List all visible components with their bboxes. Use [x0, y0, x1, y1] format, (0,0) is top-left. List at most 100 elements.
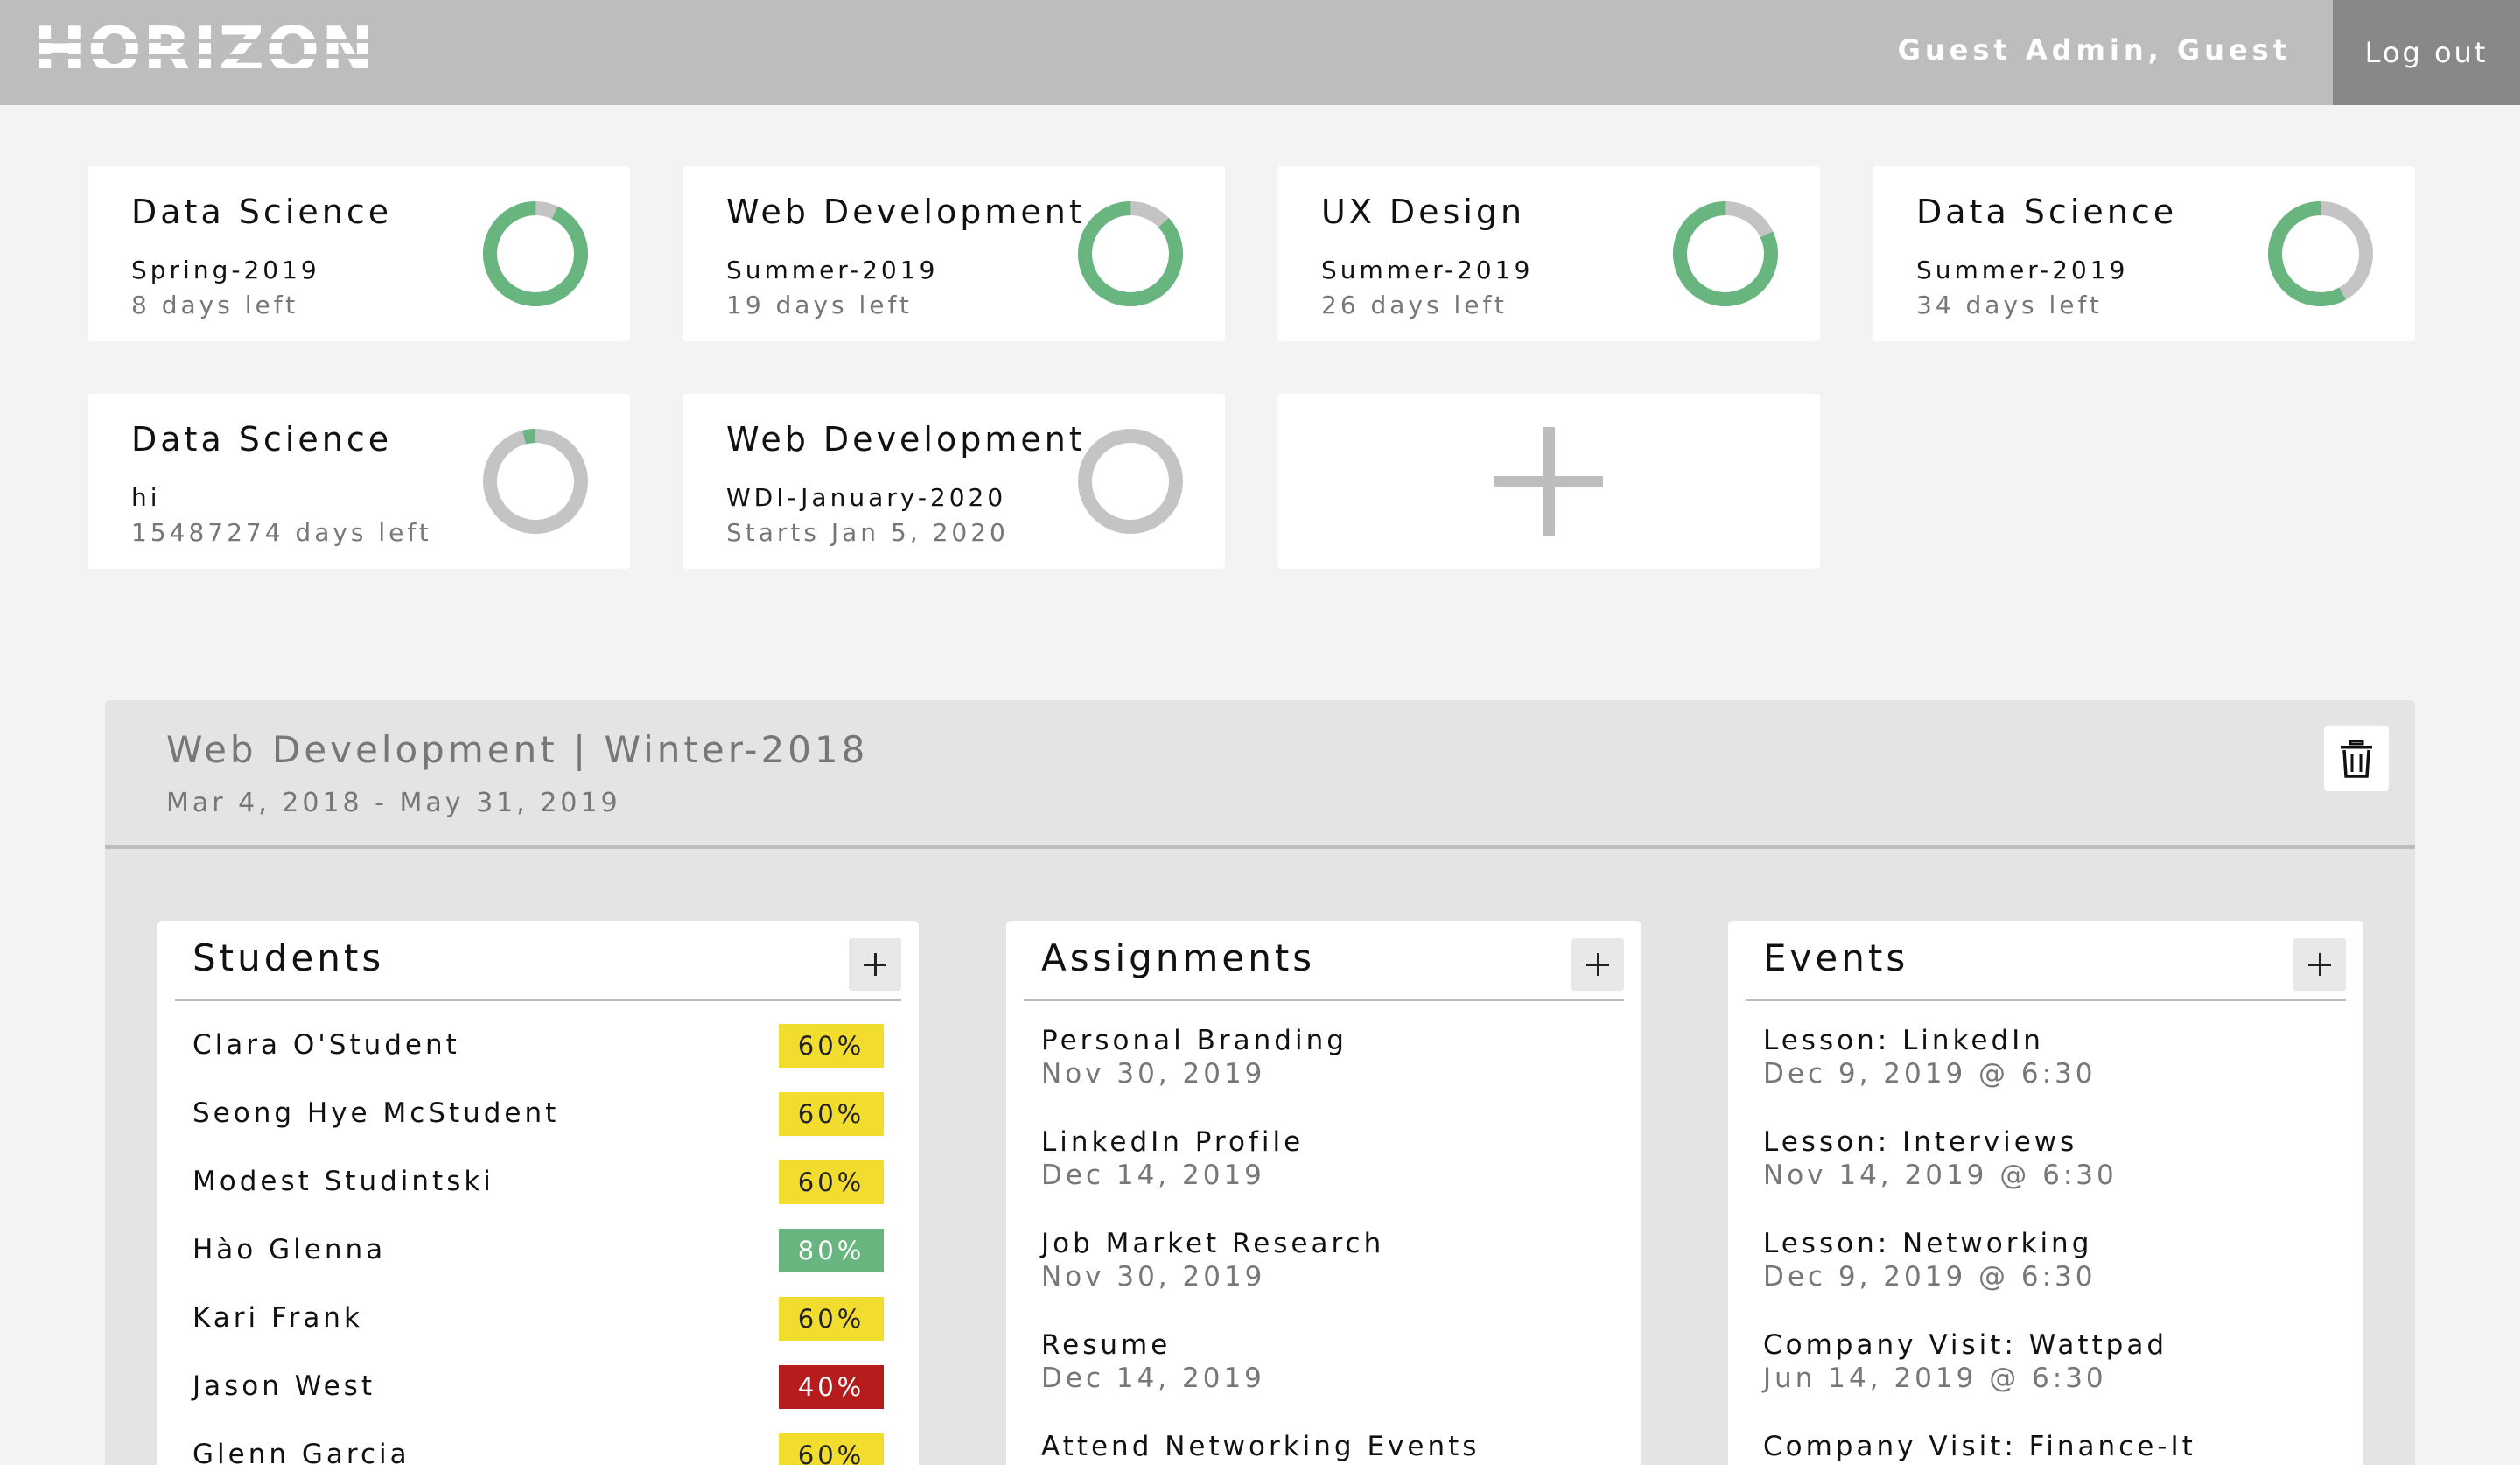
ring-progress [483, 201, 588, 306]
assignment-name: LinkedIn Profile [1041, 1126, 1305, 1158]
assignment-date: Nov 30, 2019 [1041, 1058, 1266, 1090]
event-name: Company Visit: Finance-It [1763, 1431, 2196, 1462]
cohort-card[interactable]: Data Science Summer-2019 34 days left [1872, 166, 2415, 341]
event-name: Lesson: LinkedIn [1763, 1025, 2044, 1056]
student-row[interactable]: Clara O'Student 60% [192, 1024, 884, 1068]
student-name: Modest Studintski [192, 1166, 494, 1197]
cohort-card[interactable]: Data Science Spring-2019 8 days left [88, 166, 630, 341]
progress-ring [1078, 201, 1183, 306]
assignment-date: Dec 14, 2019 [1041, 1363, 1265, 1394]
cohort-title: UX Design [1321, 193, 1526, 231]
events-header: Events [1746, 921, 2346, 1001]
student-name: Glenn Garcia [192, 1439, 410, 1465]
assignment-name: Resume [1041, 1329, 1172, 1361]
progress-ring [2268, 201, 2373, 306]
grade-badge: 60% [779, 1024, 884, 1068]
plus-icon [1494, 427, 1603, 536]
grade-badge: 60% [779, 1160, 884, 1204]
cohort-card[interactable]: Data Science hi 15487274 days left [88, 394, 630, 569]
assignment-name: Personal Branding [1041, 1025, 1348, 1056]
event-name: Company Visit: Wattpad [1763, 1329, 2168, 1361]
cohort-title: Data Science [131, 420, 393, 459]
cohort-days-left: 34 days left [1916, 291, 2103, 319]
cohort-term: Spring-2019 [131, 256, 320, 284]
student-name: Jason West [192, 1370, 375, 1402]
cohort-term: Summer-2019 [726, 256, 939, 284]
assignment-item[interactable]: Job Market Research Nov 30, 2019 [1041, 1227, 1606, 1306]
events-column: Events Lesson: LinkedIn Dec 9, 2019 @ 6:… [1728, 921, 2363, 1465]
delete-cohort-button[interactable] [2324, 726, 2389, 791]
horizon-logo[interactable]: HORIZON [33, 19, 376, 81]
progress-ring [483, 201, 588, 306]
student-name: Kari Frank [192, 1302, 363, 1334]
grade-badge: 40% [779, 1365, 884, 1409]
ring-progress [2268, 201, 2373, 306]
assignment-item[interactable]: Personal Branding Nov 30, 2019 [1041, 1024, 1606, 1103]
student-name: Seong Hye McStudent [192, 1097, 560, 1129]
ring-progress [1673, 201, 1778, 306]
assignments-column: Assignments Personal Branding Nov 30, 20… [1006, 921, 1642, 1465]
event-item[interactable]: Lesson: Networking Dec 9, 2019 @ 6:30 [1763, 1227, 2328, 1306]
students-title: Students [192, 936, 385, 979]
cohort-term: Summer-2019 [1321, 256, 1534, 284]
grade-badge: 60% [779, 1092, 884, 1136]
event-date: Nov 14, 2019 @ 6:30 [1763, 1160, 2118, 1191]
assignment-date: Nov 30, 2019 [1041, 1261, 1266, 1293]
event-name: Lesson: Networking [1763, 1228, 2093, 1259]
add-event-button[interactable] [2293, 938, 2346, 991]
cohort-term: WDI-January-2020 [726, 483, 1007, 512]
student-row[interactable]: Jason West 40% [192, 1365, 884, 1409]
assignments-header: Assignments [1024, 921, 1624, 1001]
assignment-date: Dec 14, 2019 [1041, 1160, 1265, 1191]
event-item[interactable]: Company Visit: Wattpad Jun 14, 2019 @ 6:… [1763, 1328, 2328, 1407]
top-bar: HORIZON Guest Admin, Guest Log out [0, 0, 2520, 105]
cohort-card[interactable]: UX Design Summer-2019 26 days left [1278, 166, 1820, 341]
progress-ring [1078, 429, 1183, 534]
cohort-days-left: 15487274 days left [131, 518, 432, 547]
cohort-card[interactable]: Web Development Summer-2019 19 days left [682, 166, 1225, 341]
assignment-name: Attend Networking Events [1041, 1431, 1480, 1462]
ring-progress [483, 429, 588, 534]
event-item[interactable]: Lesson: Interviews Nov 14, 2019 @ 6:30 [1763, 1125, 2328, 1204]
cohort-detail-dates: Mar 4, 2018 - May 31, 2019 [166, 788, 621, 818]
ring-track [483, 429, 588, 534]
add-cohort-card[interactable] [1278, 394, 1820, 569]
cohort-days-left: Starts Jan 5, 2020 [726, 518, 1009, 547]
ring-track [1078, 429, 1183, 534]
cohort-title: Web Development [726, 193, 1086, 231]
cohort-detail-panel: Web Development | Winter-2018 Mar 4, 201… [105, 700, 2415, 1465]
cohort-title: Data Science [1916, 193, 2178, 231]
trash-icon [2341, 740, 2372, 778]
cohort-card[interactable]: Web Development WDI-January-2020 Starts … [682, 394, 1225, 569]
student-name: Hào Glenna [192, 1234, 387, 1265]
assignment-item[interactable]: Resume Dec 14, 2019 [1041, 1328, 1606, 1407]
student-row[interactable]: Hào Glenna 80% [192, 1229, 884, 1272]
assignment-item[interactable]: LinkedIn Profile Dec 14, 2019 [1041, 1125, 1606, 1204]
grade-badge: 80% [779, 1229, 884, 1272]
cohort-title: Data Science [131, 193, 393, 231]
student-row[interactable]: Kari Frank 60% [192, 1297, 884, 1341]
cohort-days-left: 19 days left [726, 291, 913, 319]
event-date: Jun 14, 2019 @ 6:30 [1763, 1363, 2107, 1394]
event-date: Dec 9, 2019 @ 6:30 [1763, 1261, 2096, 1293]
student-row[interactable]: Glenn Garcia 60% [192, 1433, 884, 1465]
event-item[interactable]: Company Visit: Finance-It [1763, 1430, 2328, 1465]
cohort-detail-header: Web Development | Winter-2018 Mar 4, 201… [105, 700, 2415, 849]
assignments-title: Assignments [1041, 936, 1316, 979]
event-item[interactable]: Lesson: LinkedIn Dec 9, 2019 @ 6:30 [1763, 1024, 2328, 1103]
student-row[interactable]: Modest Studintski 60% [192, 1160, 884, 1204]
assignment-item[interactable]: Attend Networking Events [1041, 1430, 1606, 1465]
logout-button[interactable]: Log out [2333, 0, 2520, 105]
progress-ring [483, 429, 588, 534]
add-student-button[interactable] [849, 938, 901, 991]
cohort-days-left: 26 days left [1321, 291, 1508, 319]
events-title: Events [1763, 936, 1909, 979]
grade-badge: 60% [779, 1297, 884, 1341]
event-name: Lesson: Interviews [1763, 1126, 2078, 1158]
student-row[interactable]: Seong Hye McStudent 60% [192, 1092, 884, 1136]
assignment-name: Job Market Research [1041, 1228, 1385, 1259]
students-header: Students [175, 921, 901, 1001]
cohort-days-left: 8 days left [131, 291, 299, 319]
add-assignment-button[interactable] [1572, 938, 1624, 991]
cohort-term: Summer-2019 [1916, 256, 2129, 284]
